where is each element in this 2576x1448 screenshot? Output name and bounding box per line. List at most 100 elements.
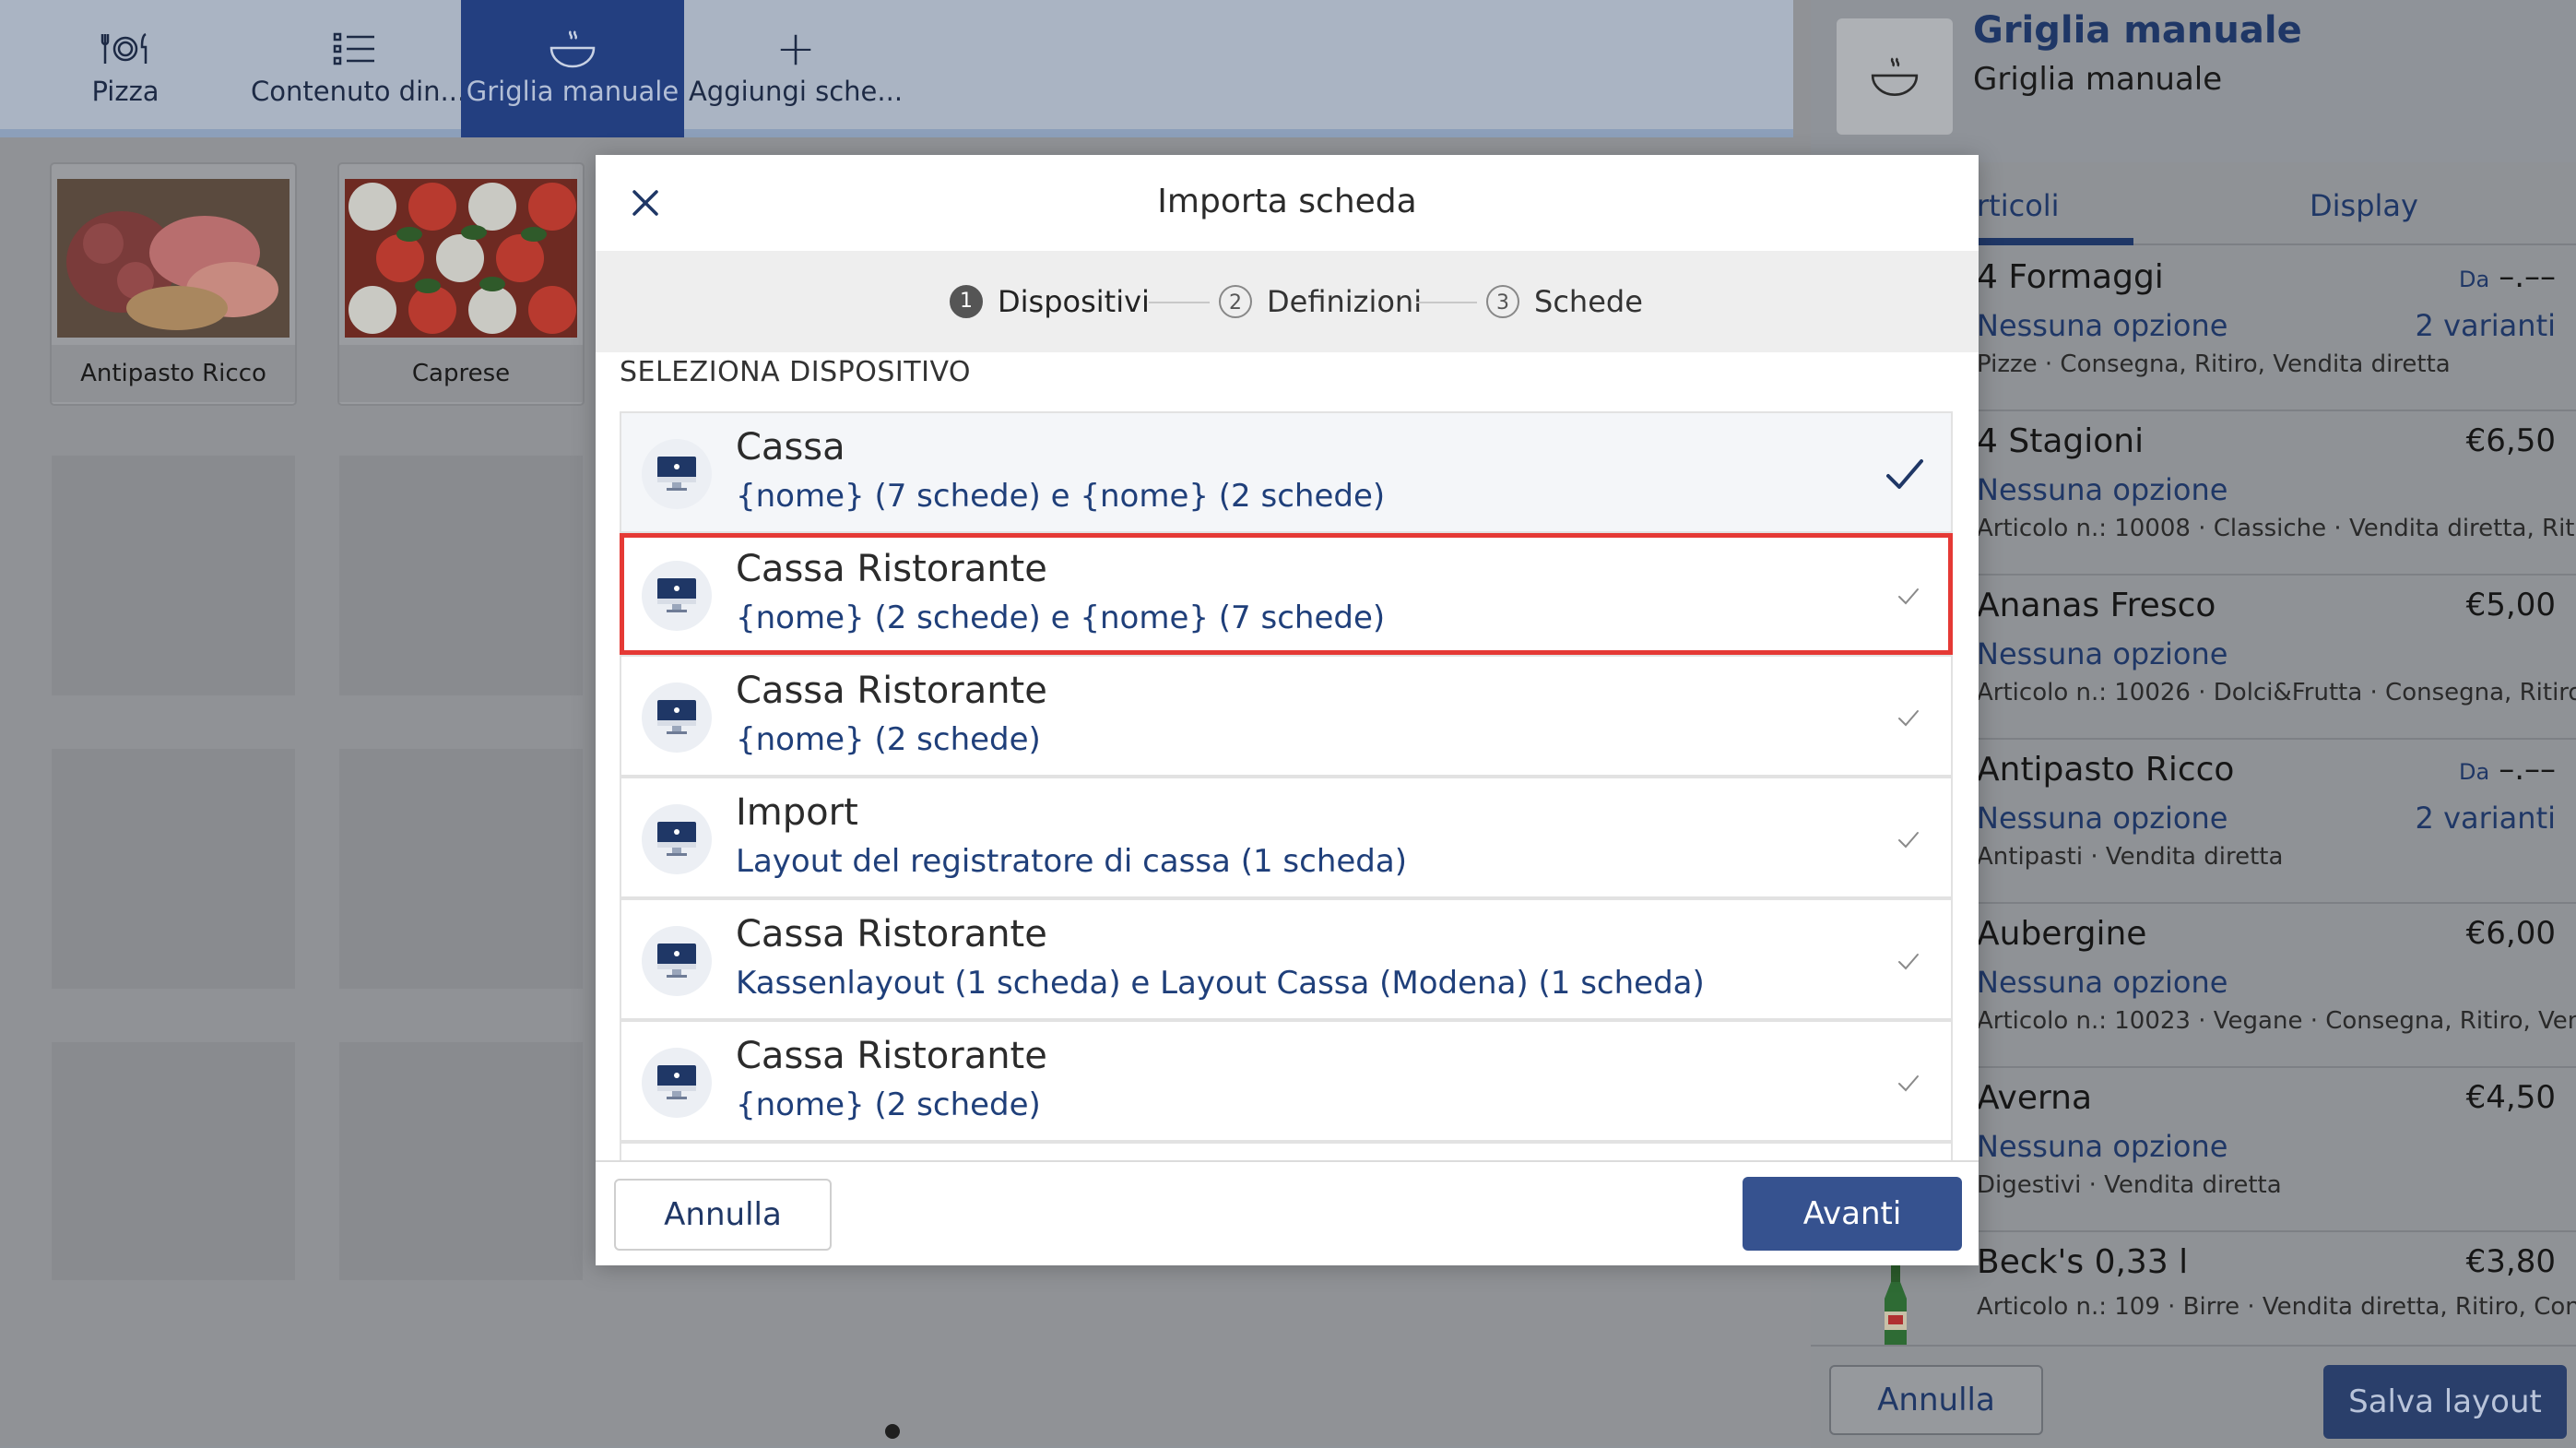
device-list: Cassa {nome} (7 schede) e {nome} (2 sche… — [620, 411, 1956, 1160]
checkmark-icon — [1894, 1068, 1923, 1098]
item-name: Averna — [1977, 1079, 2093, 1117]
tab-label: Griglia manuale — [466, 76, 679, 107]
item-price: €6,00 — [2465, 915, 2556, 952]
save-layout-button[interactable]: Salva layout — [2323, 1365, 2567, 1439]
beer-bottle-image — [1875, 1264, 1916, 1345]
tab-label: Aggiungi sche... — [688, 76, 904, 107]
device-name: Cassa Ristorante — [736, 913, 1047, 955]
step-number: 1 — [950, 285, 983, 318]
item-meta: Digestivi · Vendita diretta — [1977, 1171, 2282, 1199]
device-row[interactable] — [620, 1142, 1953, 1160]
item-meta: Articolo n.: 10008 · Classiche · Vendita… — [1977, 515, 2576, 542]
antipasto-image — [57, 179, 290, 338]
device-row[interactable]: Cassa Ristorante {nome} (2 schede) — [620, 655, 1953, 777]
product-card-antipasto-ricco[interactable]: Antipasto Ricco — [50, 162, 297, 406]
item-meta: Antipasti · Vendita diretta — [1977, 843, 2284, 871]
cancel-button[interactable]: Annulla — [1829, 1365, 2043, 1435]
page-indicator-dot — [885, 1424, 900, 1439]
item-variants: 2 varianti — [2415, 801, 2556, 836]
item-meta: Articolo n.: 10026 · Dolci&Frutta · Cons… — [1977, 679, 2576, 706]
item-option: Nessuna opzione — [1977, 801, 2228, 836]
tab-pizza[interactable]: Pizza — [0, 0, 251, 137]
step-dispositivi: 1 Dispositivi — [950, 251, 1150, 352]
item-name: Antipasto Ricco — [1977, 751, 2235, 789]
step-definizioni: 2 Definizioni — [1219, 251, 1422, 352]
cancel-button[interactable]: Annulla — [614, 1179, 832, 1251]
panel-header: Griglia manuale Griglia manuale — [1811, 0, 2576, 162]
empty-grid-tile[interactable] — [52, 456, 295, 695]
computer-icon — [642, 804, 712, 874]
tab-display[interactable]: Display — [2180, 168, 2548, 243]
empty-grid-tile[interactable] — [52, 749, 295, 989]
panel-subtitle: Griglia manuale — [1973, 61, 2223, 98]
device-row[interactable]: Import Layout del registratore di cassa … — [620, 777, 1953, 898]
item-price: €6,50 — [2465, 422, 2556, 459]
device-row[interactable]: Cassa Ristorante Kassenlayout (1 scheda)… — [620, 898, 1953, 1020]
checkmark-icon — [1883, 452, 1927, 496]
import-tab-dialog: Importa scheda 1 Dispositivi 2 Definizio… — [596, 155, 1979, 1265]
item-price: €3,80 — [2465, 1243, 2556, 1280]
computer-icon — [642, 926, 712, 996]
price-value: –.–– — [2499, 258, 2556, 295]
step-label: Dispositivi — [998, 284, 1150, 319]
item-variants: 2 varianti — [2415, 308, 2556, 343]
item-name: 4 Formaggi — [1977, 258, 2164, 296]
section-label: SELEZIONA DISPOSITIVO — [620, 356, 972, 388]
item-price: €5,00 — [2465, 587, 2556, 623]
dialog-title: Importa scheda — [1157, 183, 1417, 220]
empty-grid-tile[interactable] — [52, 1042, 295, 1280]
device-description: {nome} (2 schede) — [736, 1086, 1041, 1123]
caprese-image — [345, 179, 577, 338]
item-option: Nessuna opzione — [1977, 636, 2228, 671]
card-label: Antipasto Ricco — [52, 345, 295, 402]
price-value: –.–– — [2499, 751, 2556, 788]
tab-articoli[interactable]: rticoli — [1977, 168, 2167, 243]
card-label: Caprese — [339, 345, 583, 402]
device-row[interactable]: Cassa Ristorante {nome} (2 schede) — [620, 1020, 1953, 1142]
checkmark-icon — [1894, 581, 1923, 611]
item-option: Nessuna opzione — [1977, 965, 2228, 1000]
item-price: Da –.–– — [2459, 751, 2556, 788]
plus-icon: + — [775, 21, 816, 77]
panel-footer: Annulla Salva layout — [1811, 1345, 2576, 1448]
tab-bar: Pizza Contenuto din... Griglia manuale + — [0, 0, 1793, 137]
item-option: Nessuna opzione — [1977, 472, 2228, 507]
dialog-footer: Annulla Avanti — [596, 1160, 1979, 1265]
item-meta: Pizze · Consegna, Ritiro, Vendita dirett… — [1977, 350, 2451, 378]
tab-griglia-manuale[interactable]: Griglia manuale — [461, 0, 684, 137]
item-name: Aubergine — [1977, 915, 2147, 953]
device-description: {nome} (2 schede) e {nome} (7 schede) — [736, 599, 1386, 636]
checkmark-icon — [1894, 825, 1923, 854]
tab-contenuto-dinamico[interactable]: Contenuto din... — [251, 0, 467, 137]
item-meta: Articolo n.: 10023 · Vegane · Consegna, … — [1977, 1007, 2576, 1035]
price-prefix: Da — [2459, 267, 2490, 292]
step-number: 2 — [1219, 285, 1252, 318]
item-name: Beck's 0,33 l — [1977, 1243, 2189, 1281]
step-label: Schede — [1534, 284, 1643, 319]
device-name: Cassa Ristorante — [736, 1035, 1047, 1077]
item-price: €4,50 — [2465, 1079, 2556, 1116]
checkmark-icon — [1894, 946, 1923, 976]
empty-grid-tile[interactable] — [339, 1042, 583, 1280]
device-name: Cassa — [736, 426, 845, 469]
product-card-caprese[interactable]: Caprese — [337, 162, 585, 406]
price-prefix: Da — [2459, 759, 2490, 785]
device-name: Cassa Ristorante — [736, 548, 1047, 590]
computer-icon — [642, 439, 712, 509]
active-tab-underline — [1977, 238, 2133, 245]
item-meta: Articolo n.: 109 · Birre · Vendita diret… — [1977, 1293, 2576, 1321]
item-price: Da –.–– — [2459, 258, 2556, 295]
panel-title: Griglia manuale — [1973, 9, 2302, 52]
next-button[interactable]: Avanti — [1743, 1177, 1962, 1251]
device-row[interactable]: Cassa {nome} (7 schede) e {nome} (2 sche… — [620, 411, 1953, 533]
computer-icon — [642, 682, 712, 753]
device-name: Cassa Ristorante — [736, 670, 1047, 712]
tab-label: Contenuto din... — [251, 76, 467, 107]
computer-icon — [642, 1048, 712, 1118]
device-row[interactable]: Cassa Ristorante {nome} (2 schede) e {no… — [620, 533, 1953, 655]
empty-grid-tile[interactable] — [339, 749, 583, 989]
empty-grid-tile[interactable] — [339, 456, 583, 695]
device-description: {nome} (7 schede) e {nome} (2 schede) — [736, 478, 1386, 515]
tab-aggiungi-scheda[interactable]: + Aggiungi sche... — [684, 0, 907, 137]
checkmark-icon — [1894, 703, 1923, 732]
